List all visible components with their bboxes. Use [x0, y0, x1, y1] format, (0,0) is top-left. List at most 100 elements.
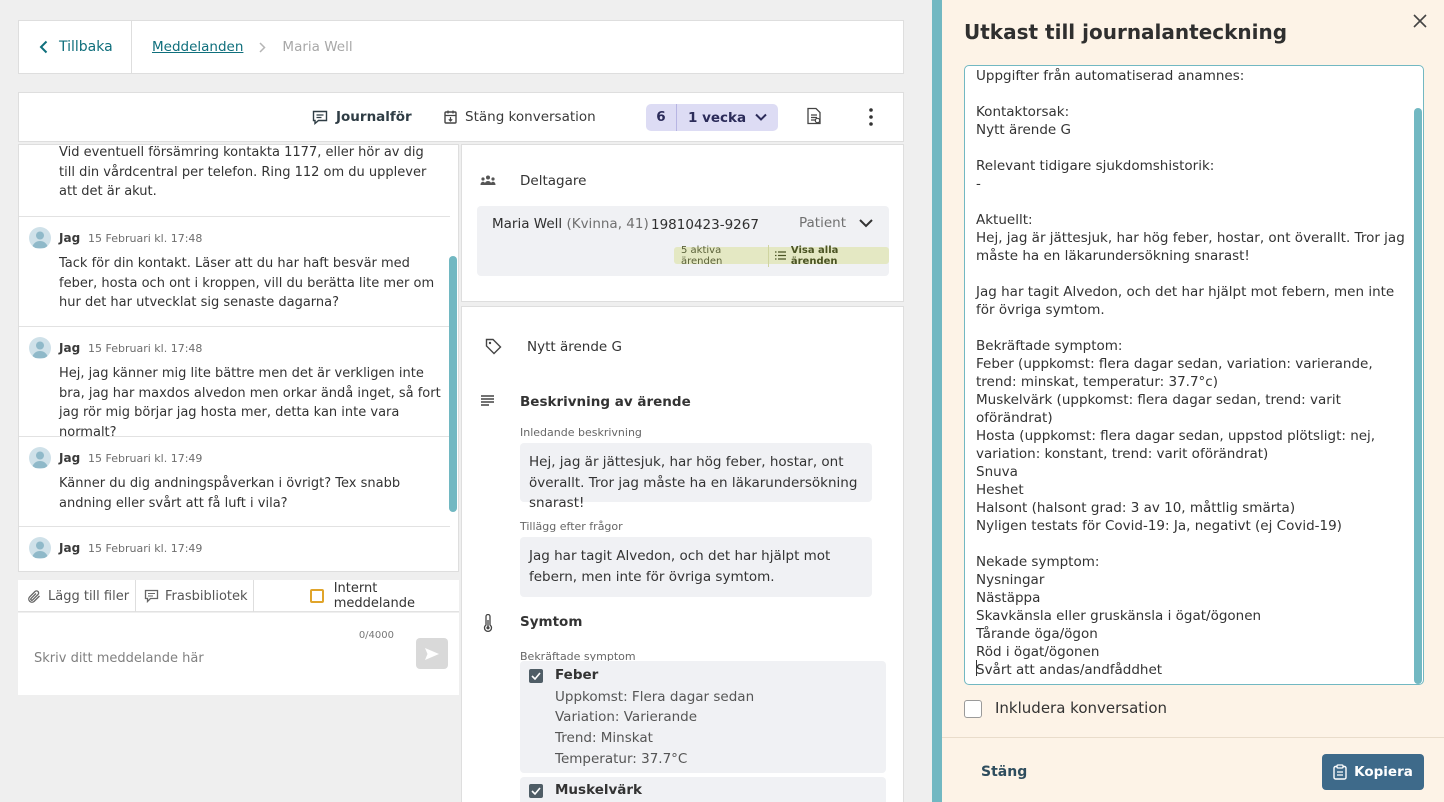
- message-text: Hej, jag känner mig lite bättre men det …: [59, 366, 441, 440]
- participant-name-text: Maria Well: [492, 216, 563, 232]
- message-text: Tack för din kontakt. Läser att du har h…: [59, 256, 435, 310]
- avatar: [29, 447, 51, 469]
- show-all-cases-label: Visa alla ärenden: [790, 244, 839, 267]
- message-composer: 0/4000 Skriv ditt meddelande här: [18, 613, 459, 695]
- breadcrumb: Meddelanden Maria Well: [152, 21, 353, 73]
- timeframe-count: 6: [646, 104, 677, 131]
- timeframe-dropdown[interactable]: 6 1 vecka: [646, 104, 778, 131]
- back-button[interactable]: Tillbaka: [19, 21, 131, 73]
- people-icon: [480, 174, 496, 186]
- back-label: Tillbaka: [59, 39, 113, 55]
- breadcrumb-link-messages[interactable]: Meddelanden: [152, 39, 243, 55]
- copy-label: Kopiera: [1354, 764, 1413, 780]
- symptom-card: Muskelvärk: [520, 777, 886, 802]
- chevron-left-icon: [39, 40, 49, 54]
- participant-role: Patient: [799, 215, 847, 231]
- message-item: Jag 15 Februari kl. 17:48 Tack för din k…: [19, 217, 450, 327]
- more-options-icon[interactable]: [867, 107, 875, 127]
- case-title: Nytt ärende G: [527, 339, 622, 355]
- message-author: Jag: [59, 231, 81, 245]
- close-button[interactable]: Stäng: [981, 764, 1027, 780]
- message-author: Jag: [59, 341, 81, 355]
- attach-files-label: Lägg till filer: [48, 588, 130, 604]
- chevron-right-icon: [259, 41, 266, 53]
- participant-meta: (Kvinna, 41): [566, 216, 649, 232]
- clipboard-icon: [1333, 764, 1347, 780]
- panel-accent-strip: [932, 0, 942, 802]
- chevron-down-icon[interactable]: [858, 217, 874, 229]
- close-icon[interactable]: [1412, 13, 1428, 29]
- divider: [135, 580, 136, 612]
- message-timestamp: 15 Februari kl. 17:49: [88, 542, 203, 555]
- participant-name: Maria Well (Kvinna, 41): [492, 216, 649, 232]
- breadcrumb-bar: Tillbaka Meddelanden Maria Well: [18, 20, 904, 74]
- followup-label: Tillägg efter frågor: [520, 520, 623, 533]
- drawer-footer: Stäng Kopiera: [942, 737, 1444, 802]
- message-timestamp: 15 Februari kl. 17:49: [88, 452, 203, 465]
- personal-number: 19810423-9267: [651, 217, 759, 233]
- internal-message-label: Internt meddelande: [333, 581, 415, 611]
- initial-description-text: Hej, jag är jättesjuk, har hög feber, ho…: [520, 443, 872, 511]
- message-input[interactable]: Skriv ditt meddelande här: [34, 651, 204, 666]
- message-item: Jag 15 Februari kl. 17:49 Känner du dig …: [19, 437, 450, 527]
- copy-button[interactable]: Kopiera: [1322, 754, 1424, 790]
- journal-note-textarea[interactable]: Uppgifter från automatiserad anamnes: Ko…: [964, 65, 1424, 685]
- message-item: Jag 15 Februari kl. 17:49: [19, 527, 450, 571]
- symptom-temperature: Temperatur: 37.7°C: [555, 751, 688, 767]
- message-text: Känner du dig andningspåverkan i övrigt?…: [59, 476, 401, 511]
- message-item: Jag 15 Februari kl. 17:48 Hej, jag känne…: [19, 327, 450, 440]
- phrase-library-label: Frasbibliotek: [165, 588, 248, 604]
- journal-label: Journalför: [336, 109, 412, 125]
- symptom-trend: Trend: Minskat: [555, 730, 653, 746]
- list-icon: [774, 251, 786, 260]
- attach-files-button[interactable]: Lägg till filer: [27, 580, 129, 612]
- send-button[interactable]: [416, 638, 448, 669]
- journal-button[interactable]: Journalför: [312, 93, 412, 141]
- show-all-cases-button[interactable]: Visa alla ärenden: [767, 244, 889, 267]
- character-counter: 0/4000: [358, 630, 394, 641]
- symptoms-title: Symtom: [520, 614, 583, 630]
- journal-note-drawer: Utkast till journalanteckning Uppgifter …: [942, 0, 1444, 802]
- close-conversation-label: Stäng konversation: [465, 109, 596, 125]
- timeframe-label: 1 vecka: [688, 109, 747, 126]
- breadcrumb-current: Maria Well: [282, 39, 353, 55]
- tag-icon: [485, 338, 502, 355]
- text-lines-icon: [481, 395, 495, 406]
- note-scrollbar[interactable]: [1414, 108, 1422, 684]
- avatar: [29, 227, 51, 249]
- symptom-name: Feber: [555, 667, 599, 683]
- message-item: Vid eventuell försämring kontakta 1177, …: [19, 145, 450, 217]
- message-icon: [144, 589, 159, 603]
- symptom-checkbox[interactable]: [529, 669, 543, 683]
- message-list[interactable]: Vid eventuell försämring kontakta 1177, …: [18, 144, 459, 572]
- case-details-panel: Nytt ärende G Beskrivning av ärende Inle…: [461, 306, 904, 802]
- chat-note-icon: [312, 110, 328, 125]
- initial-description-label: Inledande beskrivning: [520, 426, 642, 439]
- message-scrollbar[interactable]: [449, 256, 457, 512]
- symptom-checkbox[interactable]: [529, 784, 543, 798]
- close-conversation-button[interactable]: Stäng konversation: [444, 93, 596, 141]
- journal-note-text: Uppgifter från automatiserad anamnes: Ko…: [976, 68, 1405, 678]
- text-caret: [976, 660, 977, 676]
- internal-message-toggle[interactable]: Internt meddelande: [310, 580, 459, 612]
- description-title: Beskrivning av ärende: [520, 394, 691, 410]
- document-icon[interactable]: [805, 107, 823, 125]
- thermometer-icon: [483, 614, 493, 632]
- message-text: Vid eventuell försämring kontakta 1177, …: [59, 145, 427, 199]
- phrase-library-button[interactable]: Frasbibliotek: [144, 580, 248, 612]
- message-timestamp: 15 Februari kl. 17:48: [88, 232, 203, 245]
- internal-message-checkbox[interactable]: [310, 589, 324, 603]
- drawer-title: Utkast till journalanteckning: [964, 20, 1288, 44]
- include-conversation-checkbox[interactable]: [964, 700, 982, 718]
- paperclip-icon: [27, 589, 42, 604]
- symptom-onset: Uppkomst: Flera dagar sedan: [555, 689, 755, 705]
- symptom-card: Feber Uppkomst: Flera dagar sedan Variat…: [520, 661, 886, 773]
- avatar: [29, 337, 51, 359]
- participant-row[interactable]: Maria Well (Kvinna, 41) 19810423-9267 Pa…: [477, 206, 889, 276]
- participants-title: Deltagare: [520, 173, 587, 189]
- divider: [253, 580, 254, 612]
- message-author: Jag: [59, 451, 81, 465]
- composer-toolbar: Lägg till filer Frasbibliotek Internt me…: [18, 580, 459, 612]
- participants-panel: Deltagare Maria Well (Kvinna, 41) 198104…: [461, 144, 904, 302]
- include-conversation-label: Inkludera konversation: [995, 699, 1168, 717]
